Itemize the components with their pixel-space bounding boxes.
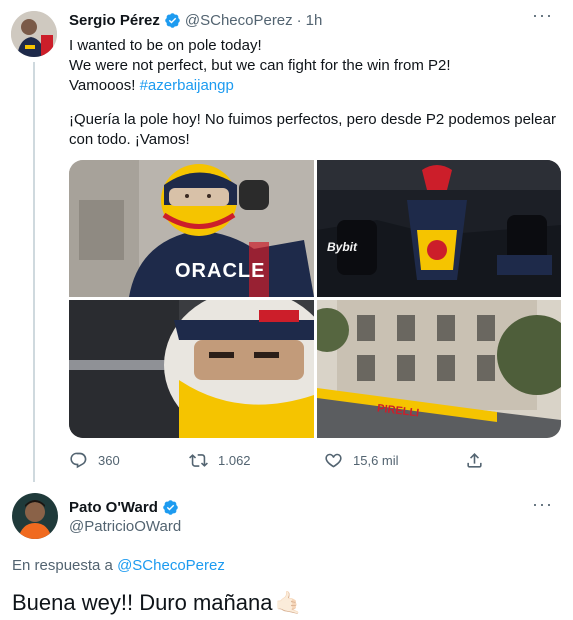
tweet-line-3: Vamooos! #azerbaijangp xyxy=(69,77,234,94)
media-photo-driver-helmet[interactable]: ORACLE xyxy=(69,160,314,297)
reply-verified-badge-icon xyxy=(163,499,178,515)
reply-more-options-icon[interactable]: ··· xyxy=(532,495,553,513)
reply-count: 360 xyxy=(98,452,120,468)
tweet-line-2: We were not perfect, but we can fight fo… xyxy=(69,57,451,74)
thread-line xyxy=(33,62,35,482)
reply-text: Buena wey!! Duro mañana🤙🏻 xyxy=(12,590,302,615)
separator-dot: · xyxy=(296,11,302,29)
like-button[interactable]: 15,6 mil xyxy=(324,450,399,470)
author-handle[interactable]: @SChecoPerez xyxy=(185,12,293,29)
replying-to: En respuesta a @SChecoPerez xyxy=(12,557,225,574)
share-icon xyxy=(467,452,482,468)
share-button[interactable] xyxy=(465,450,494,470)
hashtag-link[interactable]: #azerbaijangp xyxy=(140,77,234,94)
tweet-text-es: ¡Quería la pole hoy! No fuimos perfectos… xyxy=(69,110,559,150)
tweet[interactable]: Sergio Pérez @SChecoPerez · 1h ··· I wan… xyxy=(0,0,573,485)
reply-header: Pato O'Ward xyxy=(69,497,553,517)
author-name[interactable]: Sergio Pérez xyxy=(69,12,160,29)
tweet-actions: 360 1.062 15,6 mil xyxy=(69,450,489,470)
oracle-logo-text: ORACLE xyxy=(175,260,266,282)
media-grid: ORACLE Bybit PIRELLI xyxy=(69,160,561,438)
reply-button[interactable]: 360 xyxy=(69,450,120,470)
tweet-line-1: I wanted to be on pole today! xyxy=(69,37,262,54)
retweet-count: 1.062 xyxy=(218,452,251,468)
replying-to-link[interactable]: @SChecoPerez xyxy=(117,557,225,574)
reply-author-name[interactable]: Pato O'Ward xyxy=(69,499,158,516)
bybit-logo-text: Bybit xyxy=(327,240,357,254)
reply-icon xyxy=(70,452,87,468)
more-options-icon[interactable]: ··· xyxy=(532,6,553,24)
like-count: 15,6 mil xyxy=(353,452,399,468)
verified-badge-icon xyxy=(165,12,180,28)
heart-icon xyxy=(325,453,342,467)
call-me-hand-emoji: 🤙🏻 xyxy=(274,590,302,615)
tweet-text-en: I wanted to be on pole today! We were no… xyxy=(69,36,559,96)
author-avatar[interactable] xyxy=(11,11,57,57)
retweet-button[interactable]: 1.062 xyxy=(189,450,251,470)
tweet-timestamp[interactable]: 1h xyxy=(306,12,323,29)
media-photo-track[interactable]: PIRELLI xyxy=(317,300,561,438)
tweet-es-line-2: con todo. ¡Vamos! xyxy=(69,131,190,148)
media-photo-helmet-closeup[interactable] xyxy=(69,300,314,438)
tweet-es-line-1: ¡Quería la pole hoy! No fuimos perfectos… xyxy=(69,111,556,128)
reply-author-avatar[interactable] xyxy=(12,493,58,539)
media-photo-car[interactable]: Bybit xyxy=(317,160,561,297)
tweet-header: Sergio Pérez @SChecoPerez · 1h xyxy=(69,10,553,30)
retweet-icon xyxy=(189,453,208,467)
reply-author-handle[interactable]: @PatricioOWard xyxy=(69,518,181,535)
reply-tweet[interactable]: Pato O'Ward @PatricioOWard ··· En respue… xyxy=(0,485,573,620)
